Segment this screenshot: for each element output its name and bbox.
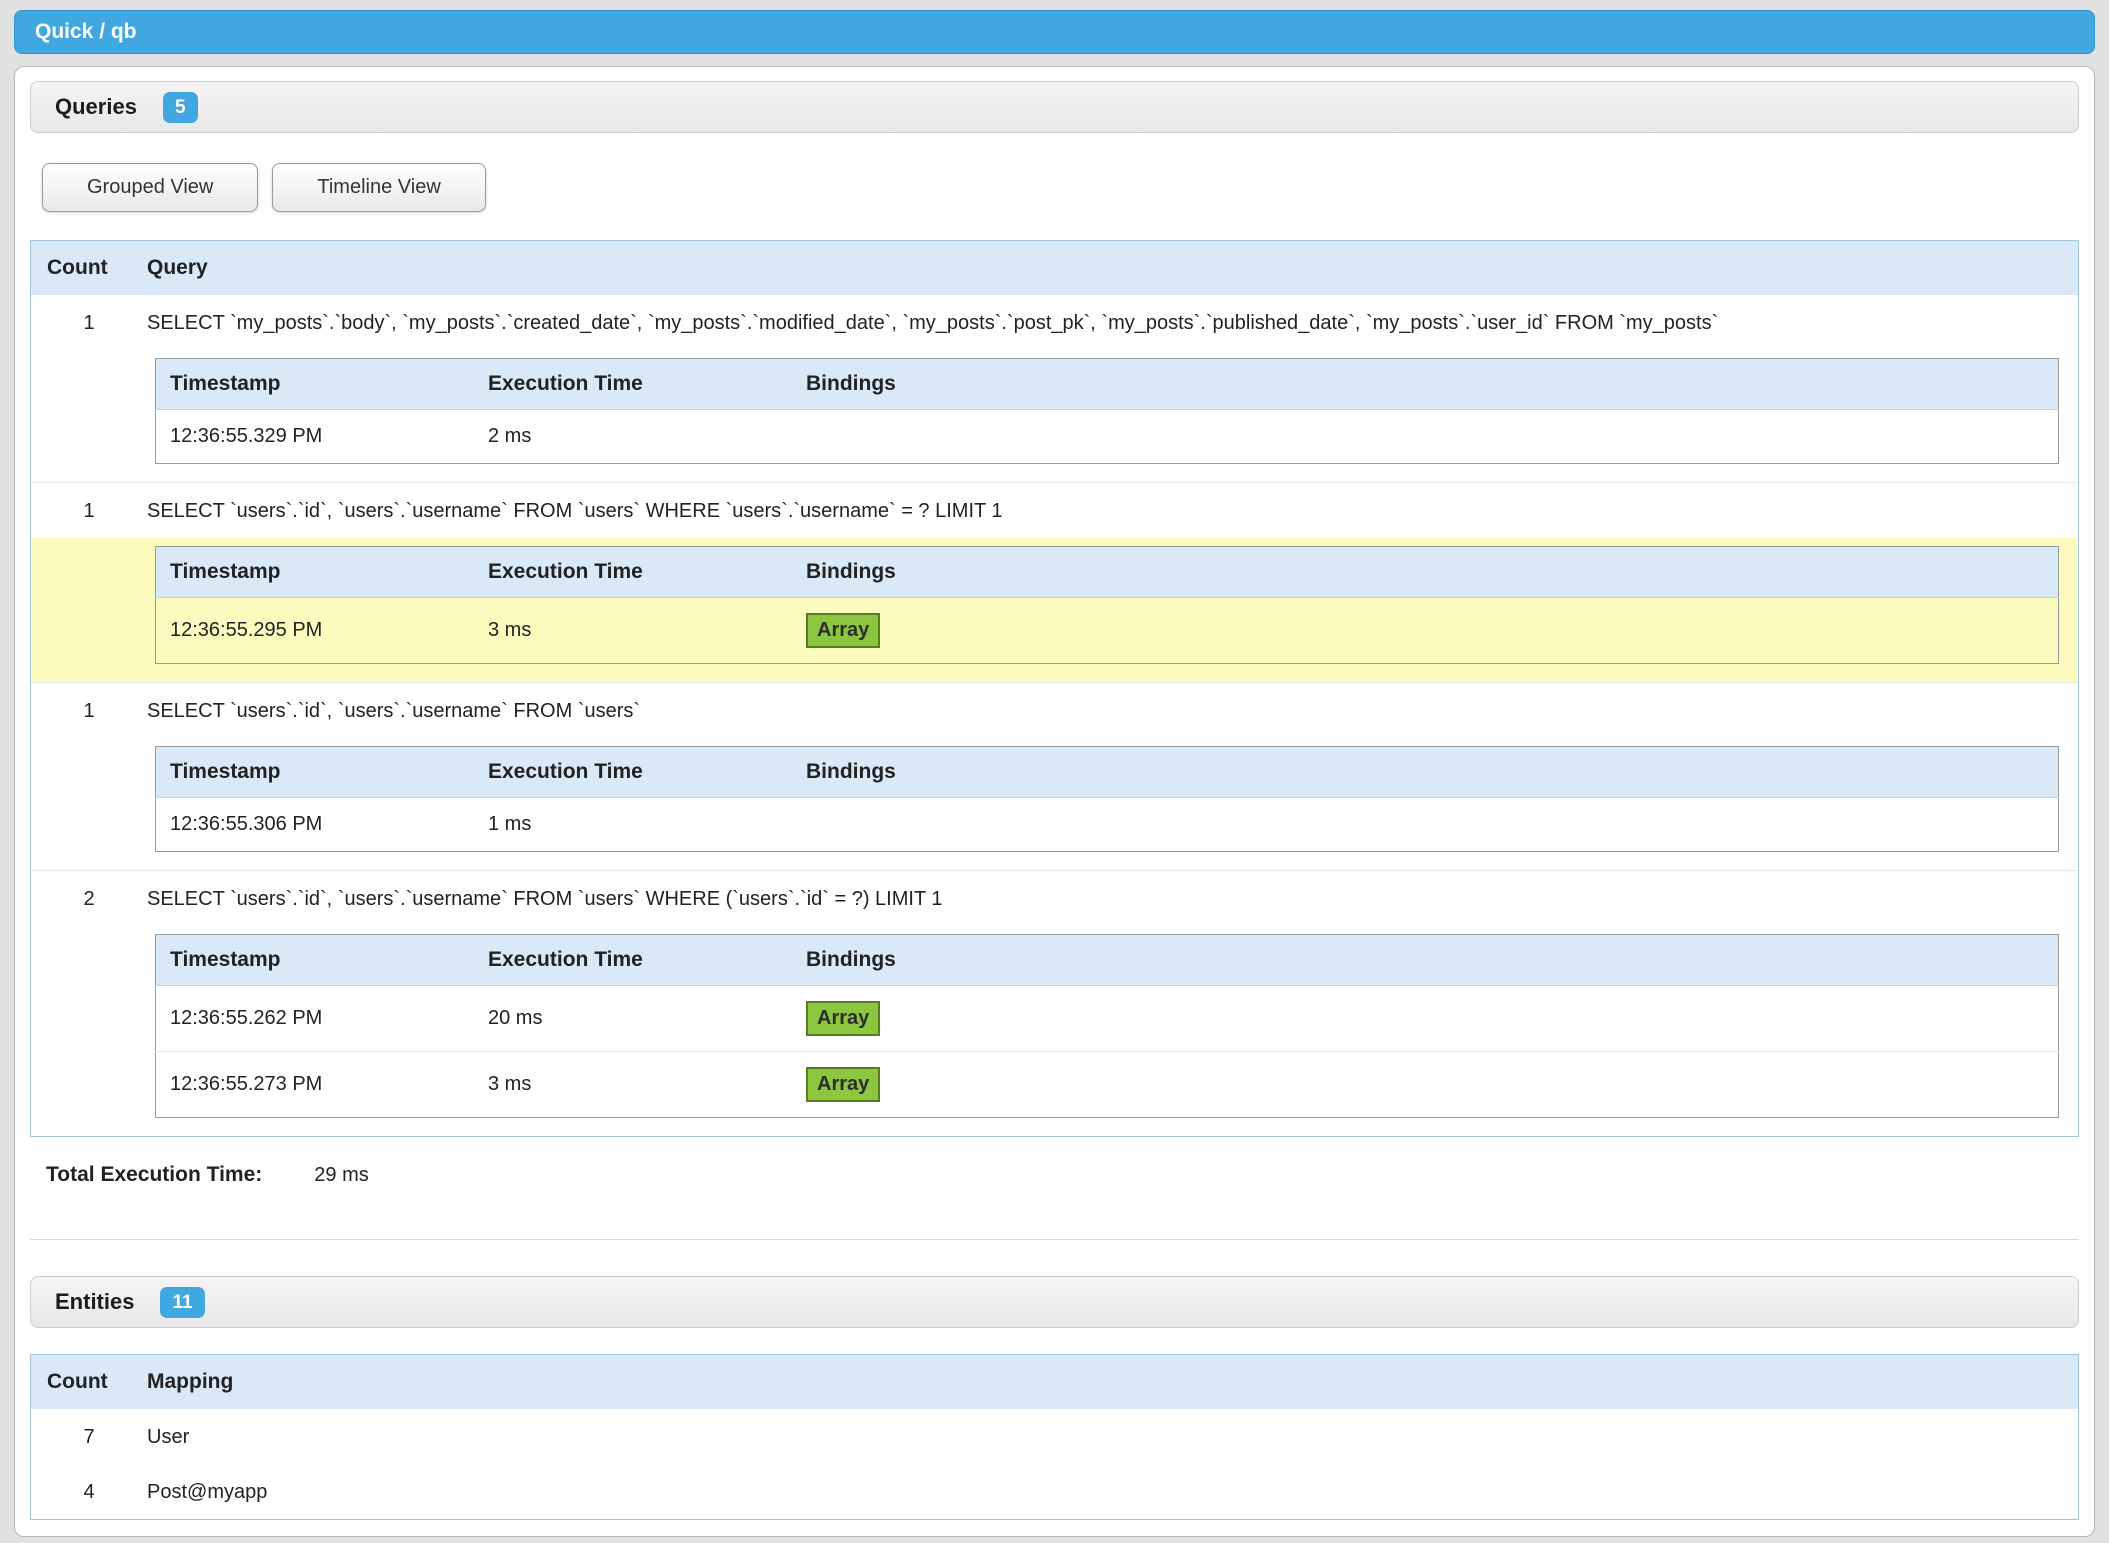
array-bindings-badge[interactable]: Array bbox=[806, 1067, 880, 1102]
column-header-count: Count bbox=[31, 241, 147, 295]
exec-column-bindings: Bindings bbox=[792, 935, 2059, 986]
exec-column-bindings: Bindings bbox=[792, 747, 2059, 798]
query-count: 1 bbox=[31, 683, 147, 738]
entity-mapping: Post@myapp bbox=[147, 1464, 2078, 1519]
query-row: 1 SELECT `my_posts`.`body`, `my_posts`.`… bbox=[31, 295, 2078, 350]
execution-timestamp: 12:36:55.329 PM bbox=[156, 410, 475, 464]
column-header-query: Query bbox=[147, 241, 2078, 295]
bindings-cell: Array bbox=[792, 598, 2059, 664]
queries-table: Count Query 1 SELECT `my_posts`.`body`, … bbox=[30, 240, 2079, 1137]
queries-section-header[interactable]: Queries 5 bbox=[30, 81, 2079, 133]
view-toggle-row: Grouped View Timeline View bbox=[42, 163, 2079, 212]
bindings-cell: Array bbox=[792, 986, 2059, 1052]
total-execution-row: Total Execution Time: 29 ms bbox=[46, 1163, 2079, 1187]
query-group: 1 SELECT `my_posts`.`body`, `my_posts`.`… bbox=[31, 295, 2078, 482]
exec-column-execution-time: Execution Time bbox=[474, 359, 792, 410]
bindings-cell bbox=[792, 798, 2059, 852]
exec-column-bindings: Bindings bbox=[792, 547, 2059, 598]
exec-column-timestamp: Timestamp bbox=[156, 547, 475, 598]
exec-column-bindings: Bindings bbox=[792, 359, 2059, 410]
grouped-view-button[interactable]: Grouped View bbox=[42, 163, 258, 212]
total-execution-value: 29 ms bbox=[314, 1164, 368, 1186]
execution-timestamp: 12:36:55.306 PM bbox=[156, 798, 475, 852]
column-header-mapping: Mapping bbox=[147, 1355, 2078, 1409]
query-count: 1 bbox=[31, 295, 147, 350]
entities-section-title: Entities bbox=[55, 1289, 134, 1315]
query-group: 1 SELECT `users`.`id`, `users`.`username… bbox=[31, 482, 2078, 682]
executions-detail-highlighted: Timestamp Execution Time Bindings 12:36:… bbox=[31, 538, 2078, 682]
array-bindings-badge[interactable]: Array bbox=[806, 613, 880, 648]
execution-row: 12:36:55.295 PM 3 ms Array bbox=[156, 598, 2059, 664]
query-sql: SELECT `users`.`id`, `users`.`username` … bbox=[147, 483, 2078, 538]
executions-table: Timestamp Execution Time Bindings 12:36:… bbox=[155, 546, 2059, 664]
bindings-cell bbox=[792, 410, 2059, 464]
executions-table: Timestamp Execution Time Bindings 12:36:… bbox=[155, 934, 2059, 1118]
query-sql: SELECT `users`.`id`, `users`.`username` … bbox=[147, 871, 2078, 926]
query-group: 2 SELECT `users`.`id`, `users`.`username… bbox=[31, 870, 2078, 1136]
array-bindings-badge[interactable]: Array bbox=[806, 1001, 880, 1036]
total-execution-label: Total Execution Time: bbox=[46, 1163, 262, 1186]
query-sql: SELECT `users`.`id`, `users`.`username` … bbox=[147, 683, 2078, 738]
title-bar: Quick / qb bbox=[14, 10, 2095, 54]
executions-table: Timestamp Execution Time Bindings 12:36:… bbox=[155, 746, 2059, 852]
query-count: 2 bbox=[31, 871, 147, 926]
entity-count: 7 bbox=[31, 1409, 147, 1464]
exec-column-execution-time: Execution Time bbox=[474, 547, 792, 598]
bindings-cell: Array bbox=[792, 1052, 2059, 1118]
section-divider bbox=[30, 1239, 2079, 1240]
entity-row: 4 Post@myapp bbox=[31, 1464, 2078, 1519]
execution-time: 20 ms bbox=[474, 986, 792, 1052]
execution-row: 12:36:55.306 PM 1 ms bbox=[156, 798, 2059, 852]
exec-column-timestamp: Timestamp bbox=[156, 359, 475, 410]
queries-count-badge: 5 bbox=[163, 92, 198, 123]
entity-count: 4 bbox=[31, 1464, 147, 1519]
entity-row: 7 User bbox=[31, 1409, 2078, 1464]
executions-detail: Timestamp Execution Time Bindings 12:36:… bbox=[31, 926, 2078, 1136]
execution-timestamp: 12:36:55.273 PM bbox=[156, 1052, 475, 1118]
executions-detail: Timestamp Execution Time Bindings 12:36:… bbox=[31, 738, 2078, 870]
execution-time: 3 ms bbox=[474, 598, 792, 664]
query-group: 1 SELECT `users`.`id`, `users`.`username… bbox=[31, 682, 2078, 870]
page-title: Quick / qb bbox=[35, 20, 137, 44]
query-sql: SELECT `my_posts`.`body`, `my_posts`.`cr… bbox=[147, 295, 2078, 350]
execution-timestamp: 12:36:55.295 PM bbox=[156, 598, 475, 664]
exec-column-timestamp: Timestamp bbox=[156, 935, 475, 986]
query-row: 1 SELECT `users`.`id`, `users`.`username… bbox=[31, 483, 2078, 538]
timeline-view-button[interactable]: Timeline View bbox=[272, 163, 485, 212]
entity-mapping: User bbox=[147, 1409, 2078, 1464]
entities-table: Count Mapping 7 User 4 Post@myapp bbox=[30, 1354, 2079, 1520]
exec-column-execution-time: Execution Time bbox=[474, 935, 792, 986]
execution-time: 2 ms bbox=[474, 410, 792, 464]
query-count: 1 bbox=[31, 483, 147, 538]
exec-column-execution-time: Execution Time bbox=[474, 747, 792, 798]
column-header-count: Count bbox=[31, 1355, 147, 1409]
execution-time: 1 ms bbox=[474, 798, 792, 852]
execution-row: 12:36:55.273 PM 3 ms Array bbox=[156, 1052, 2059, 1118]
debugger-panel: Queries 5 Grouped View Timeline View Cou… bbox=[14, 66, 2095, 1537]
entities-table-header: Count Mapping bbox=[31, 1355, 2078, 1409]
queries-table-header: Count Query bbox=[31, 241, 2078, 295]
entities-section-header[interactable]: Entities 11 bbox=[30, 1276, 2079, 1328]
exec-column-timestamp: Timestamp bbox=[156, 747, 475, 798]
executions-detail: Timestamp Execution Time Bindings 12:36:… bbox=[31, 350, 2078, 482]
entities-count-badge: 11 bbox=[160, 1287, 204, 1318]
execution-row: 12:36:55.262 PM 20 ms Array bbox=[156, 986, 2059, 1052]
execution-timestamp: 12:36:55.262 PM bbox=[156, 986, 475, 1052]
queries-section-title: Queries bbox=[55, 94, 137, 120]
query-row: 1 SELECT `users`.`id`, `users`.`username… bbox=[31, 683, 2078, 738]
execution-row: 12:36:55.329 PM 2 ms bbox=[156, 410, 2059, 464]
execution-time: 3 ms bbox=[474, 1052, 792, 1118]
query-row: 2 SELECT `users`.`id`, `users`.`username… bbox=[31, 871, 2078, 926]
executions-table: Timestamp Execution Time Bindings 12:36:… bbox=[155, 358, 2059, 464]
